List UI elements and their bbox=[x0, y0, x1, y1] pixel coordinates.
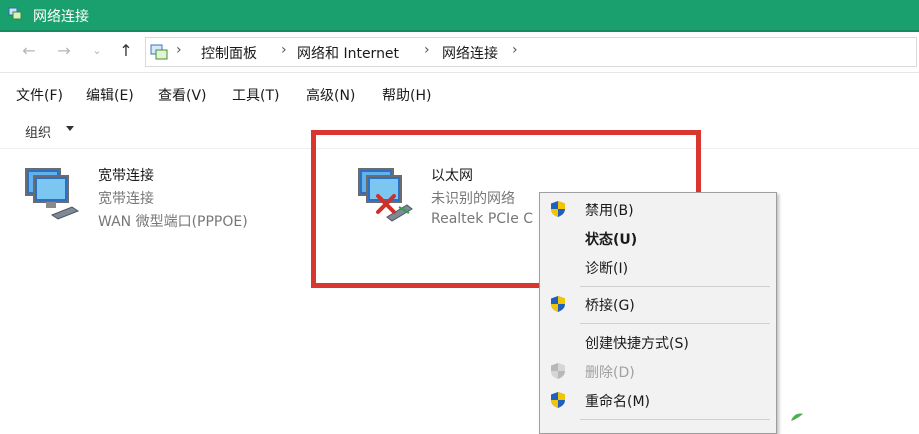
menu-item-label: 删除(D) bbox=[585, 365, 635, 381]
control-panel-icon bbox=[150, 44, 168, 60]
menu-item-disable[interactable]: 禁用(B) bbox=[540, 196, 776, 222]
menu-advanced[interactable]: 高级(N) bbox=[306, 85, 355, 105]
window-title: 网络连接 bbox=[33, 9, 89, 25]
shield-icon bbox=[551, 392, 565, 408]
chevron-right-icon: › bbox=[424, 42, 430, 58]
arrow-up-icon[interactable]: ↑ bbox=[117, 42, 135, 60]
breadcrumb-control-panel[interactable]: 控制面板 bbox=[201, 43, 257, 63]
leaf-icon bbox=[791, 413, 803, 421]
shield-icon bbox=[551, 363, 565, 379]
menu-item-label: 创建快捷方式(S) bbox=[585, 336, 689, 352]
menu-item-delete[interactable]: 删除(D) bbox=[540, 358, 776, 384]
shield-icon bbox=[551, 201, 565, 217]
address-bar[interactable]: › 控制面板 › 网络和 Internet › 网络连接 › bbox=[145, 37, 917, 67]
chevron-right-icon: › bbox=[176, 42, 182, 58]
menu-item-label: 重命名(M) bbox=[585, 394, 651, 410]
menu-item-label: 诊断(I) bbox=[585, 261, 629, 277]
menu-separator bbox=[580, 286, 770, 287]
organize-button[interactable]: 组织 bbox=[25, 122, 51, 141]
menu-tools[interactable]: 工具(T) bbox=[232, 85, 279, 105]
arrow-left-icon[interactable]: ← bbox=[20, 42, 38, 60]
menu-item-label: 状态(U) bbox=[585, 232, 638, 248]
connection-status: 宽带连接 bbox=[98, 191, 154, 207]
shield-icon bbox=[551, 296, 565, 312]
connection-name: 宽带连接 bbox=[98, 168, 154, 184]
menu-item-status[interactable]: 状态(U) bbox=[540, 225, 776, 251]
connection-device: WAN 微型端口(PPPOE) bbox=[98, 214, 248, 230]
connection-item-broadband[interactable]: 宽带连接 宽带连接 WAN 微型端口(PPPOE) bbox=[22, 165, 302, 235]
chevron-right-icon: › bbox=[281, 42, 287, 58]
menu-item-label: 桥接(G) bbox=[585, 298, 635, 314]
arrow-right-icon[interactable]: → bbox=[55, 42, 73, 60]
breadcrumb-network-connections[interactable]: 网络连接 bbox=[442, 43, 498, 63]
menu-separator bbox=[580, 323, 770, 324]
menu-edit[interactable]: 编辑(E) bbox=[86, 85, 134, 105]
chevron-right-icon: › bbox=[512, 42, 518, 58]
menu-item-rename[interactable]: 重命名(M) bbox=[540, 387, 776, 413]
menu-view[interactable]: 查看(V) bbox=[158, 85, 207, 105]
title-bar: 网络连接 bbox=[0, 0, 919, 32]
menu-file[interactable]: 文件(F) bbox=[16, 85, 63, 105]
breadcrumb-network-internet[interactable]: 网络和 Internet bbox=[297, 43, 399, 63]
context-menu: 禁用(B) 状态(U) 诊断(I) 桥接(G) 创建快捷方式(S) 删除(D) … bbox=[539, 192, 777, 434]
caret-down-icon[interactable] bbox=[66, 126, 74, 131]
menu-item-diagnose[interactable]: 诊断(I) bbox=[540, 254, 776, 280]
navigation-bar: ← → ⌄ ↑ › 控制面板 › 网络和 Internet › 网络连接 › bbox=[0, 32, 919, 73]
menu-item-bridge[interactable]: 桥接(G) bbox=[540, 291, 776, 317]
network-connections-icon bbox=[8, 7, 22, 20]
menu-help[interactable]: 帮助(H) bbox=[382, 85, 431, 105]
chevron-down-icon[interactable]: ⌄ bbox=[88, 42, 106, 60]
broadband-connection-icon bbox=[25, 168, 80, 220]
menu-item-create-shortcut[interactable]: 创建快捷方式(S) bbox=[540, 329, 776, 355]
menu-separator bbox=[580, 419, 770, 420]
menu-bar: 文件(F) 编辑(E) 查看(V) 工具(T) 高级(N) 帮助(H) bbox=[0, 80, 919, 108]
menu-item-label: 禁用(B) bbox=[585, 203, 634, 219]
